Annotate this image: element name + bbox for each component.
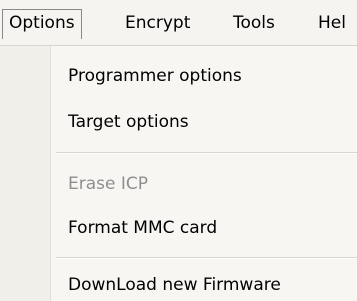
menu-item-label: Target options — [68, 112, 189, 132]
menu-options[interactable]: Options — [2, 9, 82, 39]
menu-help[interactable]: Hel — [318, 9, 346, 37]
window: Options Encrypt Tools Hel Programmer opt… — [0, 0, 357, 301]
menu-item-format-mmc-card[interactable]: Format MMC card — [68, 217, 217, 239]
menu-tools-label: Tools — [233, 13, 275, 33]
menu-item-target-options[interactable]: Target options — [68, 111, 189, 133]
menu-item-programmer-options[interactable]: Programmer options — [68, 65, 242, 87]
menu-separator — [56, 152, 357, 154]
menu-item-label: DownLoad new Firmware — [68, 275, 281, 295]
menu-separator — [56, 257, 357, 259]
menu-item-label: Programmer options — [68, 66, 242, 86]
menu-item-label: Format MMC card — [68, 218, 218, 238]
menu-gutter-divider — [50, 46, 51, 301]
menu-help-label: Hel — [318, 13, 346, 33]
menu-item-erase-icp: Erase ICP — [68, 173, 148, 195]
menu-tools[interactable]: Tools — [233, 9, 275, 37]
menu-item-download-new-firmware[interactable]: DownLoad new Firmware — [68, 274, 281, 296]
options-dropdown-menu: Programmer options Target options Erase … — [0, 46, 357, 301]
menu-icon-gutter — [0, 46, 50, 301]
menu-item-label: Erase ICP — [68, 174, 149, 194]
menu-encrypt-label: Encrypt — [125, 13, 191, 33]
menubar: Options Encrypt Tools Hel — [0, 0, 357, 46]
menu-encrypt[interactable]: Encrypt — [125, 9, 190, 37]
menu-options-label: Options — [9, 13, 75, 33]
